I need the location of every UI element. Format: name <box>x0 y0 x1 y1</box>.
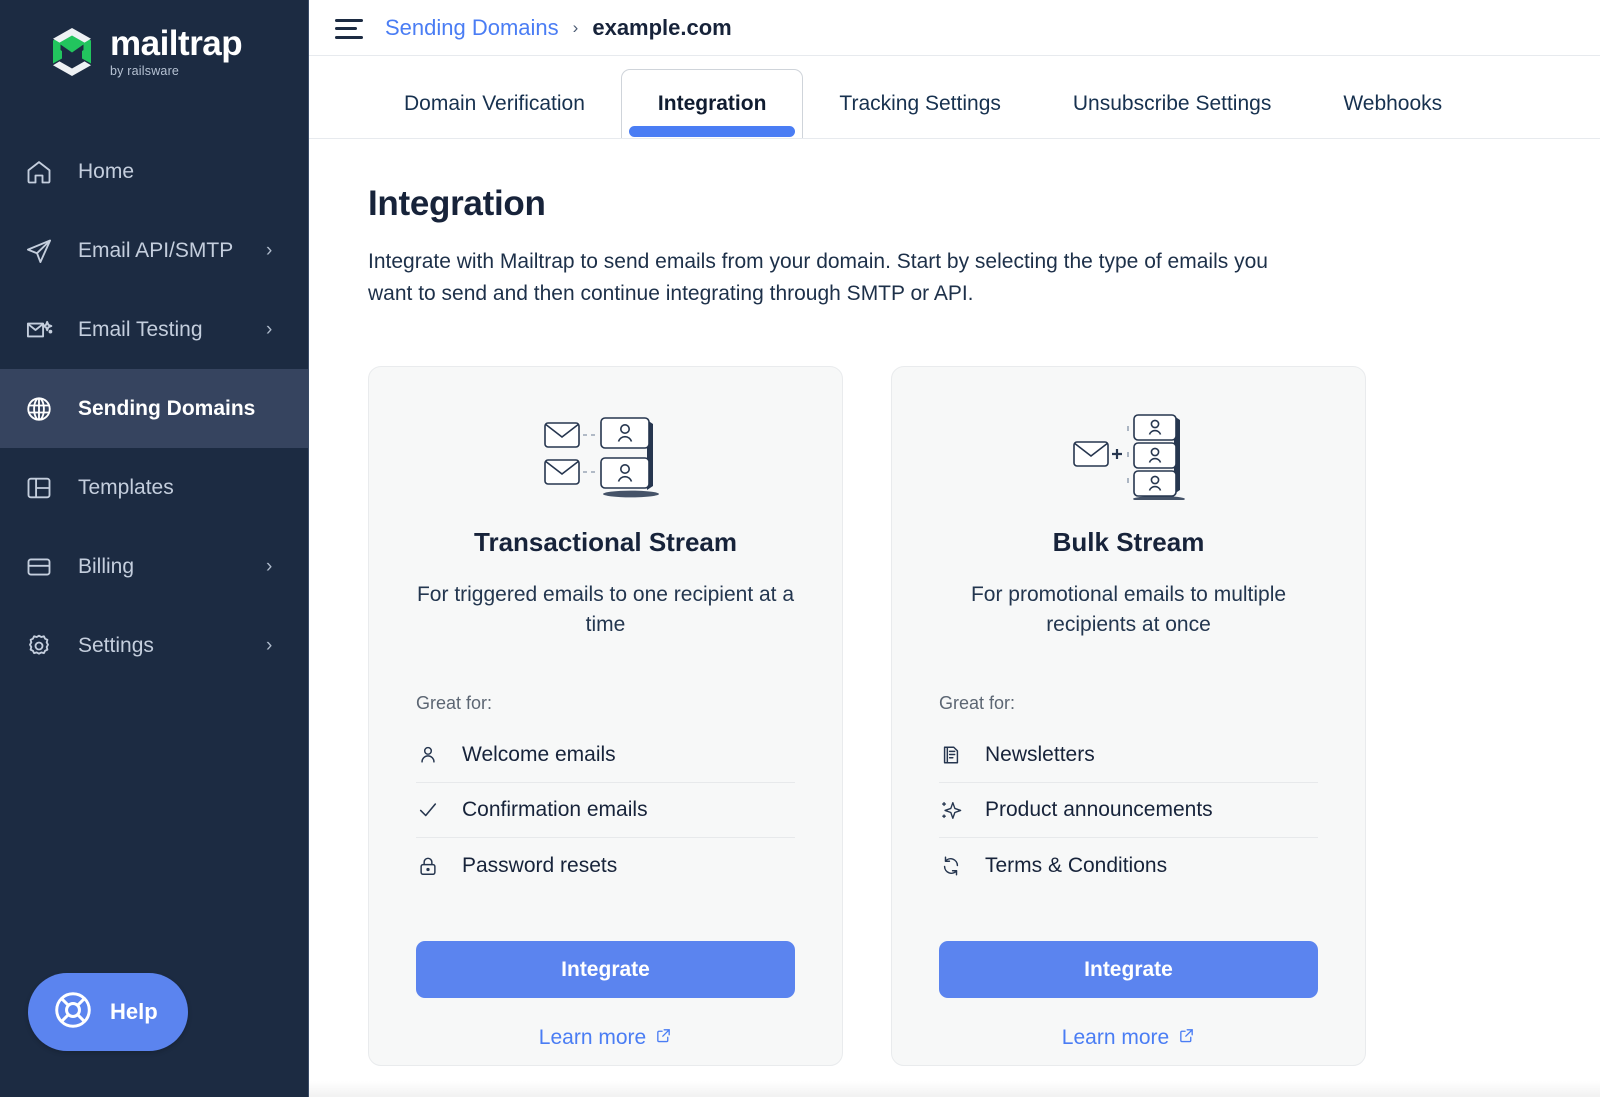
tab-bar: Domain Verification Integration Tracking… <box>309 55 1600 139</box>
chevron-right-icon: › <box>266 556 273 577</box>
card-title: Bulk Stream <box>1052 526 1205 557</box>
feature-list: Newsletters Product announcements Terms … <box>939 728 1318 893</box>
chevron-right-icon: › <box>266 635 273 656</box>
help-area: Help <box>0 973 308 1097</box>
person-icon <box>416 743 440 767</box>
list-item: Product announcements <box>939 783 1318 839</box>
sidebar-item-label: Billing <box>78 554 135 578</box>
feature-list: Welcome emails Confirmation emails Passw… <box>416 728 795 893</box>
feature-label: Confirmation emails <box>462 798 648 822</box>
breadcrumb-separator-icon: › <box>572 17 579 37</box>
sidebar-item-home[interactable]: Home <box>0 132 308 211</box>
two-envelopes-to-two-recipients-illustration <box>541 405 671 505</box>
sidebar-item-label: Email API/SMTP <box>78 238 234 262</box>
one-envelope-to-three-recipients-illustration <box>1064 405 1194 505</box>
chevron-right-icon: › <box>266 240 273 261</box>
tab-integration[interactable]: Integration <box>620 69 804 138</box>
tab-unsubscribe-settings[interactable]: Unsubscribe Settings <box>1037 70 1307 138</box>
list-item: Welcome emails <box>416 728 795 784</box>
card-transactional-stream: Transactional Stream For triggered email… <box>368 365 843 1066</box>
sidebar-item-settings[interactable]: Settings › <box>0 606 308 685</box>
breadcrumb-current: example.com <box>592 14 732 40</box>
gear-icon <box>22 629 56 663</box>
list-item: Password resets <box>416 838 795 893</box>
card-subtitle: For triggered emails to one recipient at… <box>416 582 795 637</box>
sidebar-item-label: Templates <box>78 475 174 499</box>
mailtrap-logo-icon <box>46 26 98 78</box>
sidebar-item-label: Email Testing <box>78 317 203 341</box>
external-link-icon <box>1178 1026 1195 1050</box>
tab-webhooks[interactable]: Webhooks <box>1307 70 1478 138</box>
sidebar-item-email-api-smtp[interactable]: Email API/SMTP › <box>0 211 308 290</box>
sidebar-item-email-testing[interactable]: Email Testing › <box>0 290 308 369</box>
page-content: Integration Integrate with Mailtrap to s… <box>309 139 1600 1097</box>
sidebar-item-label: Settings <box>78 633 154 657</box>
paper-plane-icon <box>22 234 56 268</box>
lock-icon <box>416 854 440 878</box>
brand-logo[interactable]: mailtrap by railsware <box>0 0 308 120</box>
breadcrumb-parent-link[interactable]: Sending Domains <box>385 15 559 41</box>
sidebar-item-label: Sending Domains <box>78 396 256 420</box>
envelope-sparkle-icon <box>22 313 56 347</box>
sidebar: mailtrap by railsware Home Email API/SMT… <box>0 0 309 1097</box>
app-root: mailtrap by railsware Home Email API/SMT… <box>0 0 1600 1097</box>
sidebar-item-billing[interactable]: Billing › <box>0 527 308 606</box>
list-item: Confirmation emails <box>416 783 795 839</box>
globe-icon <box>22 392 56 426</box>
refresh-icon <box>939 854 963 878</box>
top-bar: Sending Domains › example.com <box>309 0 1600 55</box>
learn-more-link[interactable]: Learn more <box>1062 1026 1195 1050</box>
integrate-button[interactable]: Integrate <box>416 941 795 999</box>
page-description: Integrate with Mailtrap to send emails f… <box>368 250 1268 305</box>
great-for-label: Great for: <box>416 693 493 714</box>
list-item: Newsletters <box>939 728 1318 784</box>
page-title: Integration <box>368 184 546 223</box>
learn-more-label: Learn more <box>538 1026 647 1050</box>
feature-label: Product announcements <box>985 798 1213 822</box>
sidebar-item-sending-domains[interactable]: Sending Domains <box>0 369 308 448</box>
layout-icon <box>22 471 56 505</box>
brand-name: mailtrap <box>110 24 243 64</box>
bottom-shadow <box>309 1081 1600 1097</box>
check-icon <box>416 798 440 822</box>
sidebar-item-label: Home <box>78 159 135 183</box>
integrate-button[interactable]: Integrate <box>939 941 1318 999</box>
help-button-label: Help <box>110 999 158 1024</box>
card-title: Transactional Stream <box>474 526 737 557</box>
feature-label: Newsletters <box>985 743 1095 767</box>
home-icon <box>22 155 56 189</box>
feature-label: Welcome emails <box>462 743 616 767</box>
main-area: Sending Domains › example.com Domain Ver… <box>309 0 1600 1097</box>
tab-tracking-settings[interactable]: Tracking Settings <box>803 70 1036 138</box>
tab-domain-verification[interactable]: Domain Verification <box>368 70 621 138</box>
hamburger-icon[interactable] <box>335 17 363 39</box>
breadcrumb: Sending Domains › example.com <box>385 15 732 41</box>
chevron-right-icon: › <box>266 319 273 340</box>
learn-more-link[interactable]: Learn more <box>539 1026 672 1050</box>
feature-label: Terms & Conditions <box>985 853 1168 877</box>
sidebar-item-templates[interactable]: Templates <box>0 448 308 527</box>
sidebar-nav: Home Email API/SMTP › Email Testing › Se… <box>0 132 308 685</box>
card-bulk-stream: Bulk Stream For promotional emails to mu… <box>891 365 1366 1066</box>
list-item: Terms & Conditions <box>939 838 1318 893</box>
lifebuoy-icon <box>52 989 94 1036</box>
credit-card-icon <box>22 550 56 584</box>
learn-more-label: Learn more <box>1061 1026 1170 1050</box>
brand-tagline: by railsware <box>110 64 180 79</box>
great-for-label: Great for: <box>939 693 1016 714</box>
stream-cards: Transactional Stream For triggered email… <box>368 365 1600 1066</box>
document-icon <box>939 743 963 767</box>
help-button[interactable]: Help <box>28 973 188 1051</box>
sparkle-icon <box>939 798 963 822</box>
external-link-icon <box>655 1026 672 1050</box>
feature-label: Password resets <box>462 853 618 877</box>
card-subtitle: For promotional emails to multiple recip… <box>970 582 1287 637</box>
